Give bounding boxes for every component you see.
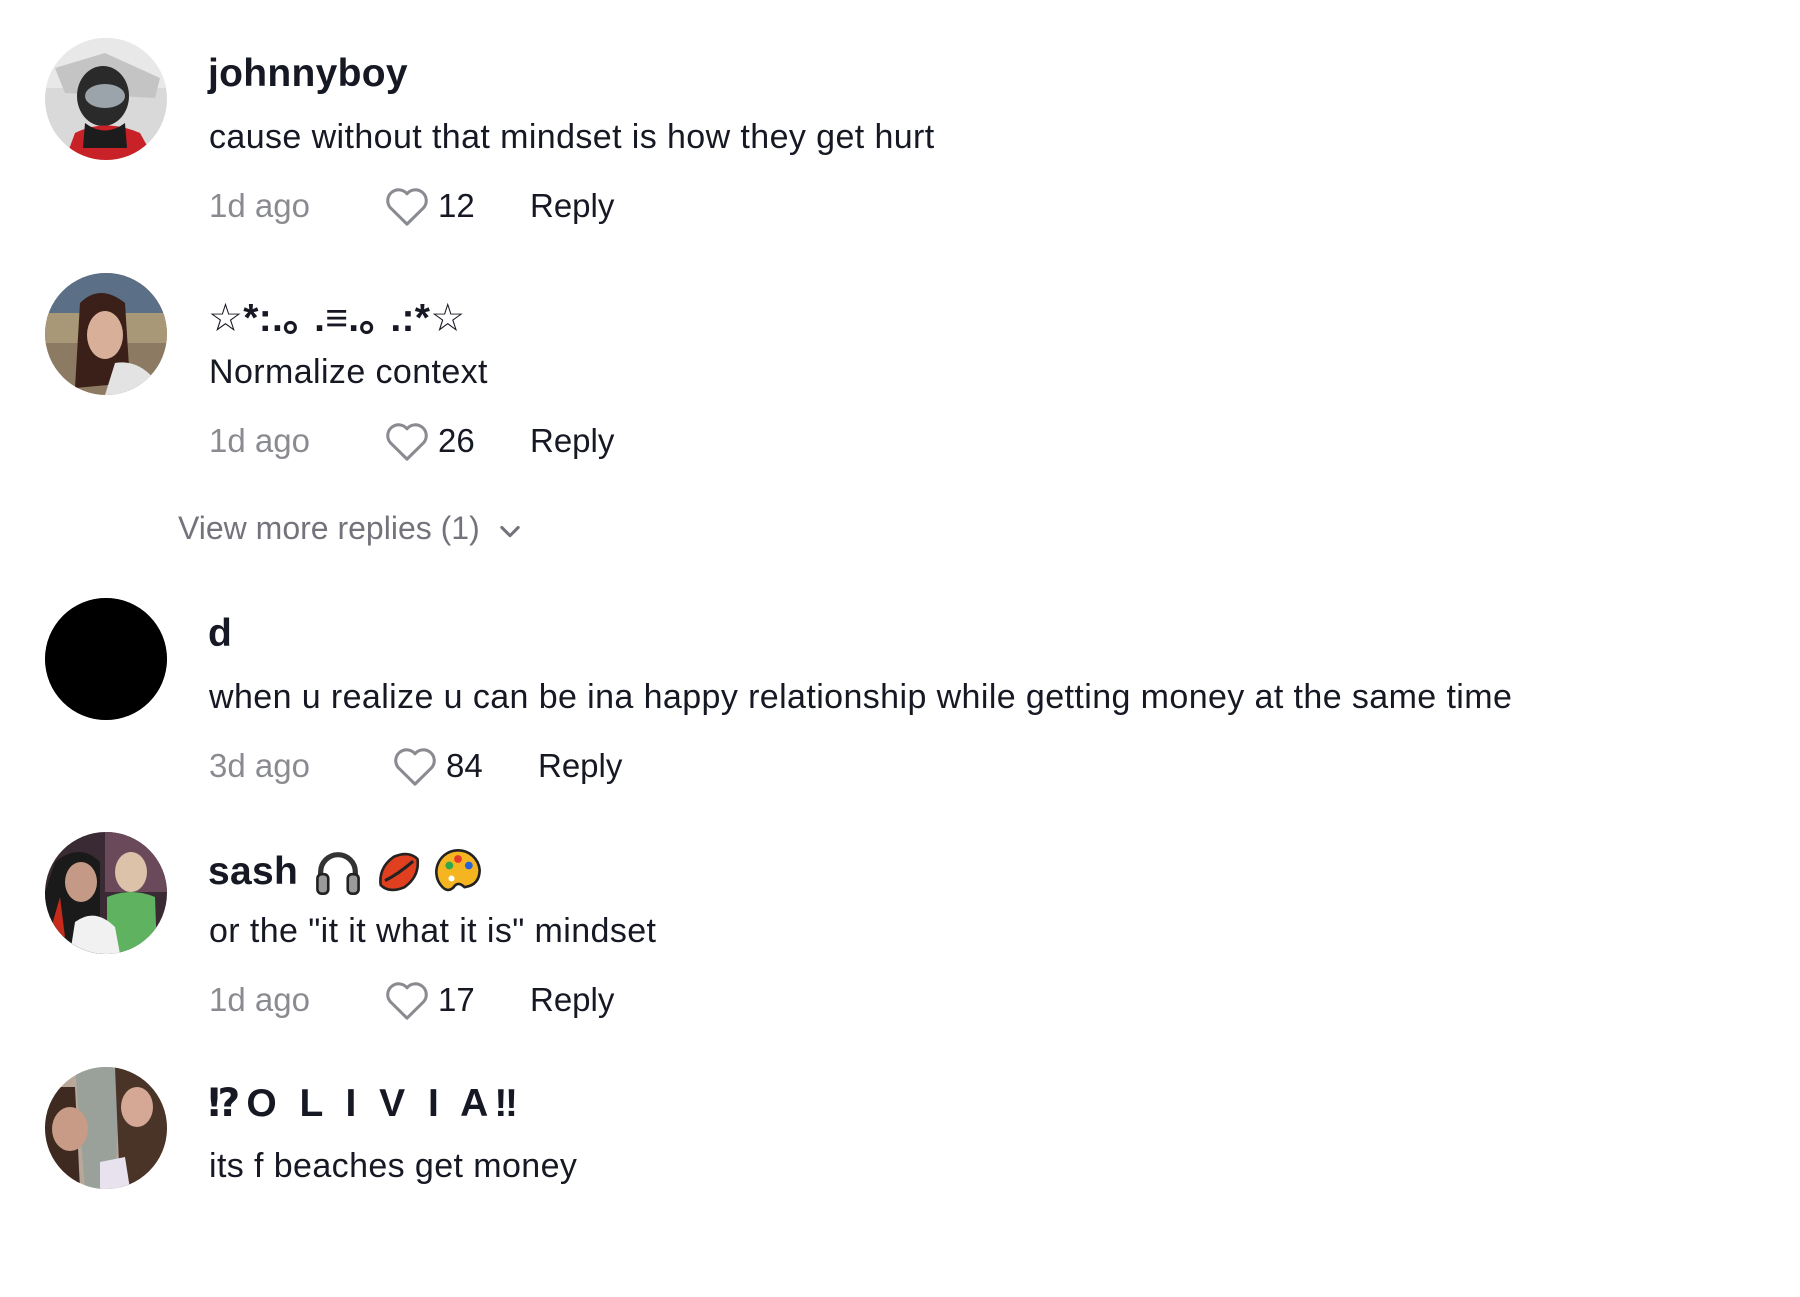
comment-username[interactable]: ⁉O L I V I A‼ bbox=[208, 1081, 524, 1126]
comment-meta: 1d ago 26 Reply bbox=[209, 419, 614, 463]
avatar[interactable] bbox=[45, 273, 167, 395]
reply-button[interactable]: Reply bbox=[530, 422, 614, 460]
comment-item: sash or the "it it what it is" mindset 1… bbox=[0, 832, 1800, 1062]
avatar-image bbox=[45, 273, 167, 395]
comment-username[interactable]: ☆*:.｡ .≡.｡ .:*☆ bbox=[208, 287, 466, 343]
comment-timestamp: 1d ago bbox=[209, 981, 310, 1018]
avatar[interactable] bbox=[45, 1067, 167, 1189]
comment-text: or the "it it what it is" mindset bbox=[209, 912, 657, 950]
comment-meta: 1d ago 12 Reply bbox=[209, 184, 614, 228]
reply-button[interactable]: Reply bbox=[530, 187, 614, 225]
palette-emoji-icon bbox=[435, 849, 482, 892]
comment-username-text: sash bbox=[208, 850, 299, 893]
like-button[interactable]: 12 bbox=[384, 185, 530, 227]
headphone-emoji-icon bbox=[316, 852, 360, 895]
like-button[interactable]: 17 bbox=[384, 979, 530, 1021]
heart-icon bbox=[386, 982, 428, 1020]
like-count: 17 bbox=[438, 981, 475, 1018]
like-count: 12 bbox=[438, 187, 475, 224]
reply-button[interactable]: Reply bbox=[530, 981, 614, 1019]
like-count: 26 bbox=[438, 422, 475, 459]
view-more-replies-label: View more replies (1) bbox=[178, 510, 480, 546]
comment-username[interactable]: sash bbox=[208, 846, 484, 898]
like-count: 84 bbox=[446, 747, 483, 784]
avatar[interactable] bbox=[45, 832, 167, 954]
reply-button[interactable]: Reply bbox=[538, 747, 622, 785]
avatar-image bbox=[45, 832, 167, 954]
comment-username[interactable]: d bbox=[208, 612, 232, 656]
view-more-replies-button[interactable]: View more replies (1) bbox=[178, 510, 524, 547]
comment-timestamp: 1d ago bbox=[209, 187, 310, 224]
comment-meta: 1d ago 17 Reply bbox=[209, 978, 614, 1022]
lips-emoji-icon bbox=[379, 852, 420, 892]
comment-item: johnnyboy cause without that mindset is … bbox=[0, 38, 1800, 268]
comment-username[interactable]: johnnyboy bbox=[208, 52, 408, 96]
chevron-down-icon bbox=[500, 525, 520, 537]
like-button[interactable]: 84 bbox=[392, 745, 538, 787]
heart-icon bbox=[386, 423, 428, 461]
comment-text: cause without that mindset is how they g… bbox=[209, 118, 935, 156]
avatar-image bbox=[45, 598, 167, 720]
heart-icon bbox=[386, 188, 428, 226]
avatar[interactable] bbox=[45, 38, 167, 160]
comment-item: ⁉O L I V I A‼ its f beaches get money bbox=[0, 1067, 1800, 1297]
like-button[interactable]: 26 bbox=[384, 420, 530, 462]
avatar[interactable] bbox=[45, 598, 167, 720]
comment-item: ☆*:.｡ .≡.｡ .:*☆ Normalize context 1d ago… bbox=[0, 273, 1800, 503]
comment-timestamp: 3d ago bbox=[209, 747, 310, 784]
avatar-image bbox=[45, 38, 167, 160]
comment-item: d when u realize u can be ina happy rela… bbox=[0, 598, 1800, 828]
comment-text: Normalize context bbox=[209, 353, 488, 391]
comment-timestamp: 1d ago bbox=[209, 422, 310, 459]
comment-text: when u realize u can be ina happy relati… bbox=[209, 678, 1513, 716]
heart-icon bbox=[394, 748, 436, 786]
comment-text: its f beaches get money bbox=[209, 1147, 578, 1185]
comment-meta: 3d ago 84 Reply bbox=[209, 744, 622, 788]
avatar-image bbox=[45, 1067, 167, 1189]
